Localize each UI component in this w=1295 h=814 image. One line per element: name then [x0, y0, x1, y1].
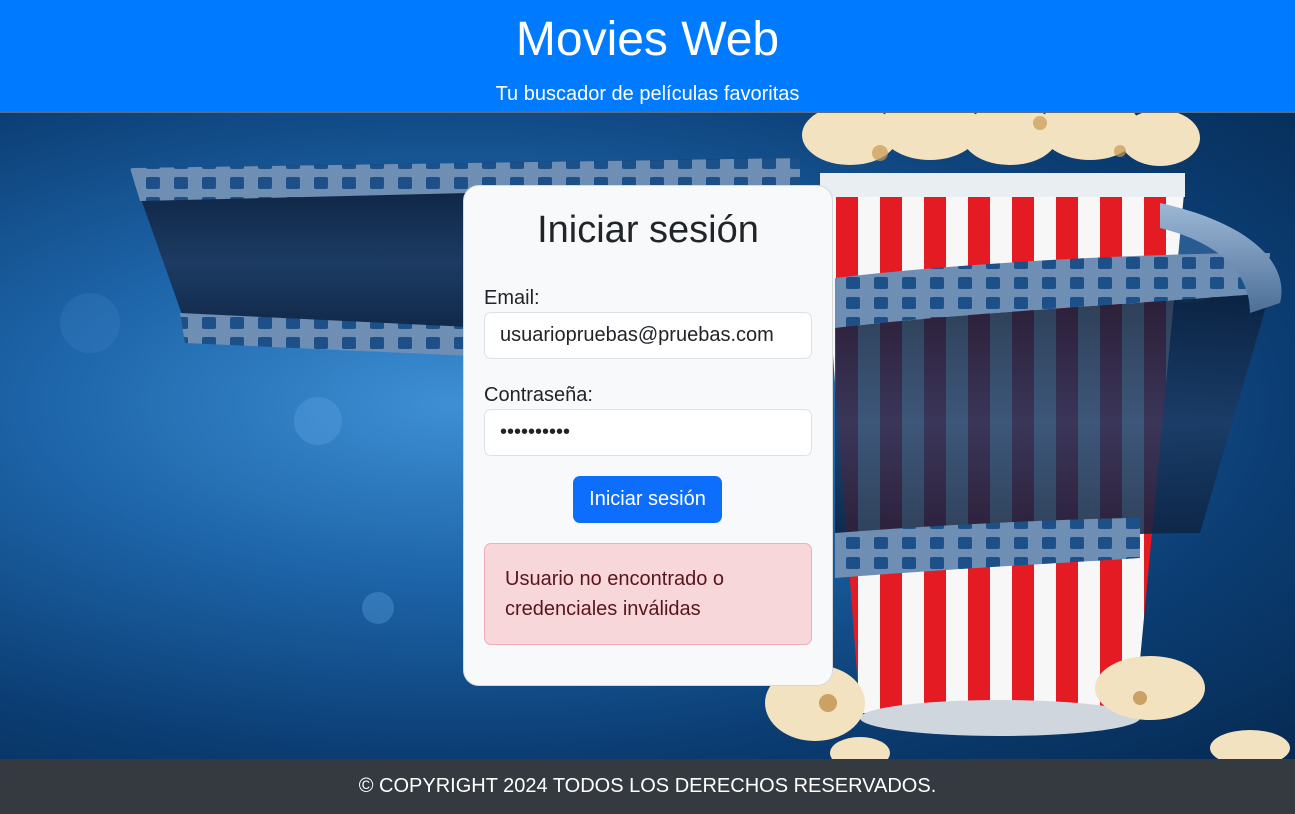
password-field[interactable] — [484, 409, 812, 456]
page: Movies Web Tu buscador de películas favo… — [0, 0, 1295, 814]
site-header: Movies Web Tu buscador de películas favo… — [0, 0, 1295, 113]
password-label: Contraseña: — [484, 384, 593, 406]
login-button[interactable]: Iniciar sesión — [573, 476, 722, 523]
login-card: Iniciar sesión Email: Contraseña: Inicia… — [463, 185, 833, 686]
login-title: Iniciar sesión — [537, 209, 759, 251]
error-alert: Usuario no encontrado o credenciales inv… — [484, 543, 812, 645]
copyright-text: © COPYRIGHT 2024 TODOS LOS DERECHOS RESE… — [358, 775, 937, 797]
site-footer: © COPYRIGHT 2024 TODOS LOS DERECHOS RESE… — [0, 759, 1295, 814]
site-subtitle: Tu buscador de películas favoritas — [495, 83, 800, 105]
site-title: Movies Web — [515, 13, 780, 66]
email-field[interactable] — [484, 312, 812, 359]
email-label: Email: — [484, 287, 540, 309]
